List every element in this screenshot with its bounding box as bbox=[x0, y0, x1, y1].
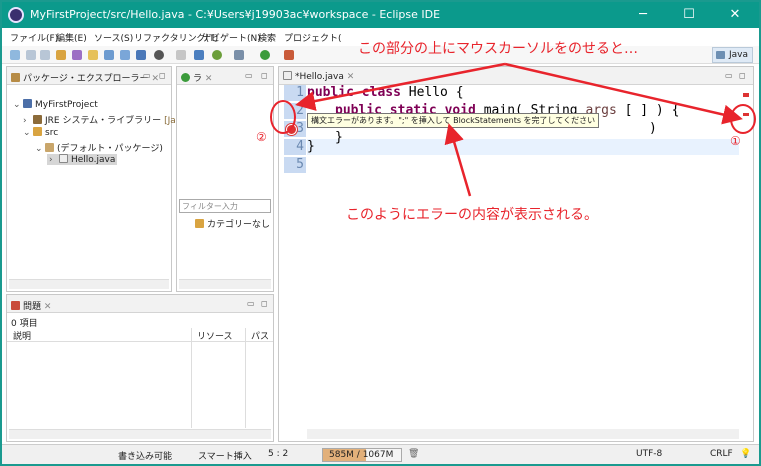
annotation-middle-text: このようにエラーの内容が表示される。 bbox=[346, 207, 598, 223]
marker-number-1: ① bbox=[730, 134, 741, 148]
arrow-to-tooltip bbox=[444, 123, 472, 197]
annotation-top-text: この部分の上にマウスカーソルをのせると… bbox=[358, 41, 638, 57]
annotation-arrows bbox=[295, 62, 743, 197]
overview-highlight bbox=[730, 104, 756, 134]
error-marker-highlight bbox=[270, 100, 296, 134]
arrow-to-overview-ruler bbox=[504, 62, 743, 125]
marker-number-2: ② bbox=[256, 130, 267, 144]
arrow-to-error-marker bbox=[295, 62, 506, 111]
